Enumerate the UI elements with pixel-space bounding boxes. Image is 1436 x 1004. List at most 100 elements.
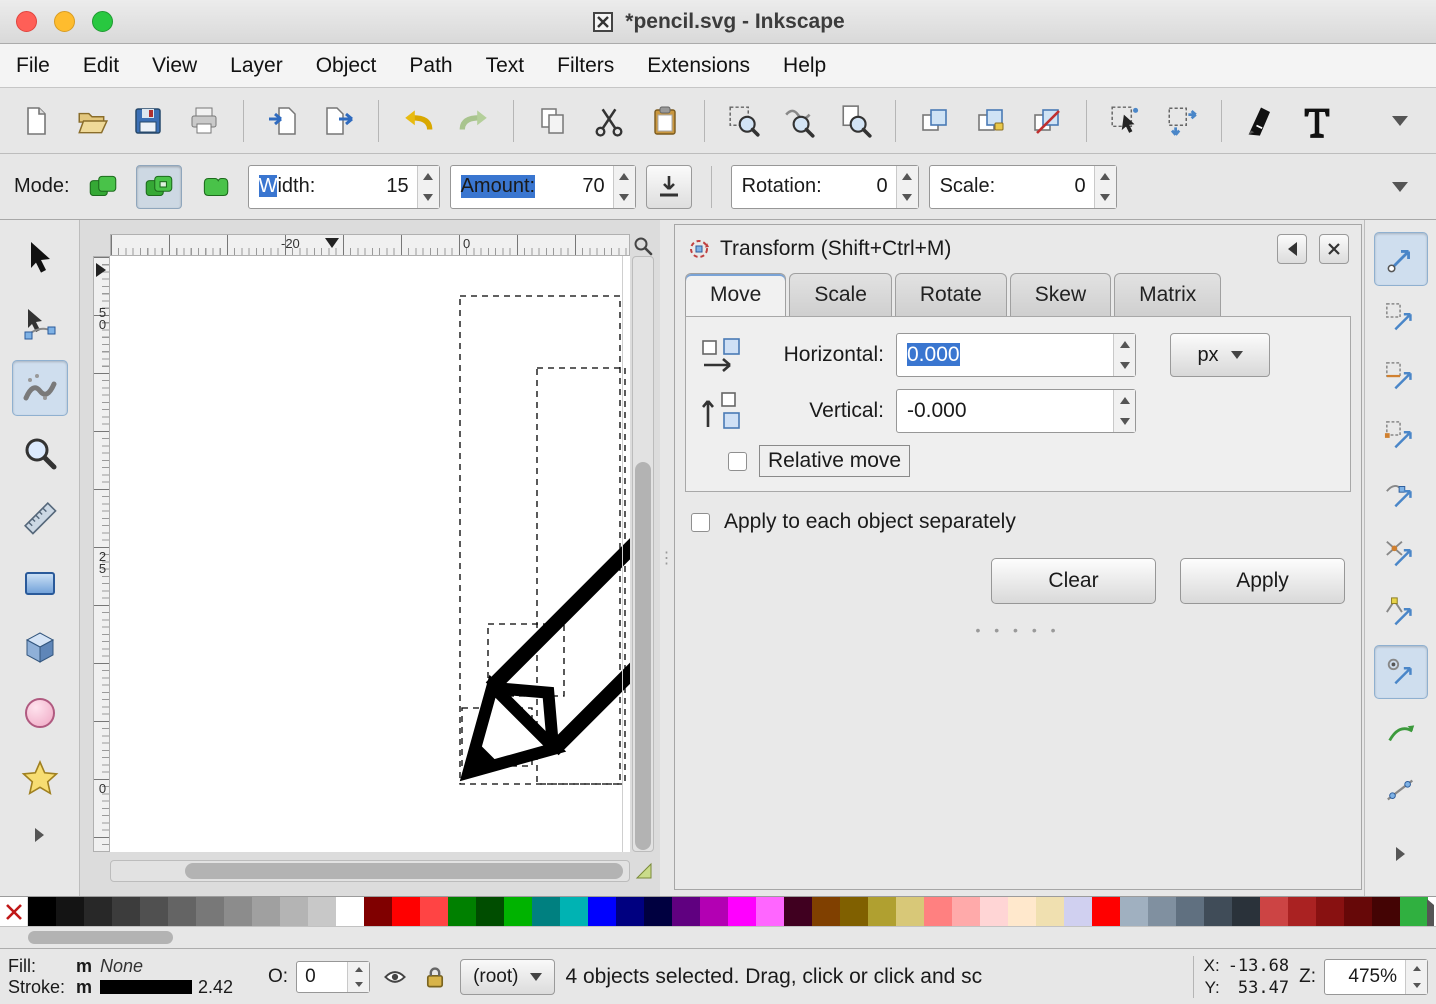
paste-button[interactable] bbox=[639, 95, 691, 147]
canvas-viewport[interactable] bbox=[110, 256, 630, 852]
palette-swatch[interactable] bbox=[1120, 897, 1148, 926]
palette-swatch[interactable] bbox=[1176, 897, 1204, 926]
menu-item-edit[interactable]: Edit bbox=[83, 54, 119, 78]
palette-swatch[interactable] bbox=[1400, 897, 1428, 926]
panel-float-button[interactable] bbox=[1277, 234, 1307, 264]
palette-swatch[interactable] bbox=[672, 897, 700, 926]
fill-stroke-indicator[interactable]: Fill: m None Stroke: m 2.42 bbox=[8, 957, 258, 996]
menu-item-layer[interactable]: Layer bbox=[230, 54, 283, 78]
undo-button[interactable] bbox=[392, 95, 444, 147]
width-spinbox[interactable]: Width: 15 bbox=[248, 165, 440, 209]
use-pressure-button[interactable] bbox=[646, 165, 692, 209]
zoom-spinbox[interactable]: 475% bbox=[1324, 959, 1428, 995]
palette-swatch[interactable] bbox=[1008, 897, 1036, 926]
scale-spin-arrows[interactable] bbox=[1094, 166, 1116, 208]
spray-mode-copy-button[interactable] bbox=[80, 165, 126, 209]
menu-item-extensions[interactable]: Extensions bbox=[647, 54, 750, 78]
import-button[interactable] bbox=[257, 95, 309, 147]
rotation-spin-arrows[interactable] bbox=[896, 166, 918, 208]
palette-swatch[interactable] bbox=[1204, 897, 1232, 926]
palette-swatch[interactable] bbox=[644, 897, 672, 926]
width-value[interactable]: 15 bbox=[321, 175, 416, 198]
zoom-spin-arrows[interactable] bbox=[1405, 960, 1427, 994]
palette-swatch[interactable] bbox=[700, 897, 728, 926]
snapbar-expander-button[interactable] bbox=[1374, 836, 1428, 872]
tab-scale[interactable]: Scale bbox=[789, 273, 892, 316]
vertical-scrollbar-thumb[interactable] bbox=[635, 462, 651, 850]
h-ruler[interactable]: -200 bbox=[110, 234, 630, 256]
palette-swatch[interactable] bbox=[532, 897, 560, 926]
duplicate-button[interactable] bbox=[909, 95, 961, 147]
spray-mode-union-button[interactable] bbox=[192, 165, 238, 209]
panel-resize-grip[interactable]: • • • • • bbox=[675, 622, 1361, 638]
palette-swatch[interactable] bbox=[196, 897, 224, 926]
tab-skew[interactable]: Skew bbox=[1010, 273, 1111, 316]
apply-button[interactable]: Apply bbox=[1180, 558, 1345, 604]
menu-item-view[interactable]: View bbox=[152, 54, 197, 78]
tab-move[interactable]: Move bbox=[685, 273, 786, 316]
clear-button[interactable]: Clear bbox=[991, 558, 1156, 604]
palette-swatch[interactable] bbox=[56, 897, 84, 926]
amount-spin-arrows[interactable] bbox=[613, 166, 635, 208]
relative-move-checkbox[interactable] bbox=[728, 452, 747, 471]
horizontal-field[interactable]: 0.000 bbox=[896, 333, 1136, 377]
vertical-value[interactable]: -0.000 bbox=[897, 399, 1113, 423]
palette-swatch[interactable] bbox=[252, 897, 280, 926]
palette-none-swatch[interactable] bbox=[0, 897, 28, 926]
save-document-button[interactable] bbox=[122, 95, 174, 147]
new-document-button[interactable] bbox=[10, 95, 62, 147]
scale-value[interactable]: 0 bbox=[1001, 175, 1093, 198]
select-original-button[interactable] bbox=[1100, 95, 1152, 147]
vertical-field[interactable]: -0.000 bbox=[896, 389, 1136, 433]
export-button[interactable] bbox=[313, 95, 365, 147]
maximize-window-button[interactable] bbox=[92, 11, 113, 32]
palette-swatch[interactable] bbox=[588, 897, 616, 926]
create-clone-button[interactable] bbox=[965, 95, 1017, 147]
palette-swatch[interactable] bbox=[812, 897, 840, 926]
node-tool-button[interactable] bbox=[12, 295, 68, 351]
horizontal-scrollbar[interactable] bbox=[110, 860, 630, 882]
cut-button[interactable] bbox=[583, 95, 635, 147]
selector-tool-button[interactable] bbox=[12, 230, 68, 286]
amount-spinbox[interactable]: Amount: 70 bbox=[450, 165, 636, 209]
opacity-spin-arrows[interactable] bbox=[347, 962, 369, 992]
snap-object-centers-button[interactable] bbox=[1374, 704, 1428, 758]
layer-selector[interactable]: (root) bbox=[460, 959, 555, 995]
measure-tool-button[interactable] bbox=[12, 490, 68, 546]
horizontal-spin-arrows[interactable] bbox=[1113, 334, 1135, 376]
zoom-value[interactable]: 475% bbox=[1325, 960, 1405, 994]
v-ruler[interactable]: 50250 bbox=[93, 256, 110, 852]
snap-bbox-corners-button[interactable] bbox=[1374, 409, 1428, 463]
snap-path-intersections-button[interactable] bbox=[1374, 527, 1428, 581]
palette-swatch[interactable] bbox=[392, 897, 420, 926]
palette-swatch[interactable] bbox=[868, 897, 896, 926]
palette-swatch[interactable] bbox=[1316, 897, 1344, 926]
palette-swatch[interactable] bbox=[756, 897, 784, 926]
tab-matrix[interactable]: Matrix bbox=[1114, 273, 1221, 316]
opacity-spinbox[interactable]: 0 bbox=[296, 961, 370, 993]
snap-rotation-center-button[interactable] bbox=[1374, 763, 1428, 817]
palette-swatch[interactable] bbox=[476, 897, 504, 926]
menu-item-text[interactable]: Text bbox=[486, 54, 525, 78]
palette-swatch[interactable] bbox=[728, 897, 756, 926]
palette-swatch[interactable] bbox=[140, 897, 168, 926]
palette-swatch[interactable] bbox=[784, 897, 812, 926]
unlink-clone-button[interactable] bbox=[1021, 95, 1073, 147]
menu-item-path[interactable]: Path bbox=[409, 54, 452, 78]
panel-close-button[interactable] bbox=[1319, 234, 1349, 264]
snap-bbox-button[interactable] bbox=[1374, 291, 1428, 345]
palette-swatch[interactable] bbox=[504, 897, 532, 926]
apply-each-checkbox[interactable] bbox=[691, 513, 710, 532]
palette-swatch[interactable] bbox=[1260, 897, 1288, 926]
toolbar-overflow-button[interactable] bbox=[1374, 95, 1426, 147]
palette-swatch[interactable] bbox=[896, 897, 924, 926]
palette-swatch[interactable] bbox=[616, 897, 644, 926]
palette-swatch[interactable] bbox=[1232, 897, 1260, 926]
rectangle-tool-button[interactable] bbox=[12, 555, 68, 611]
palette-swatch[interactable] bbox=[448, 897, 476, 926]
palette-swatch[interactable] bbox=[1036, 897, 1064, 926]
vertical-spin-arrows[interactable] bbox=[1113, 390, 1135, 432]
palette-swatch[interactable] bbox=[336, 897, 364, 926]
palette-swatch[interactable] bbox=[308, 897, 336, 926]
cms-toggle-button[interactable] bbox=[632, 860, 656, 882]
